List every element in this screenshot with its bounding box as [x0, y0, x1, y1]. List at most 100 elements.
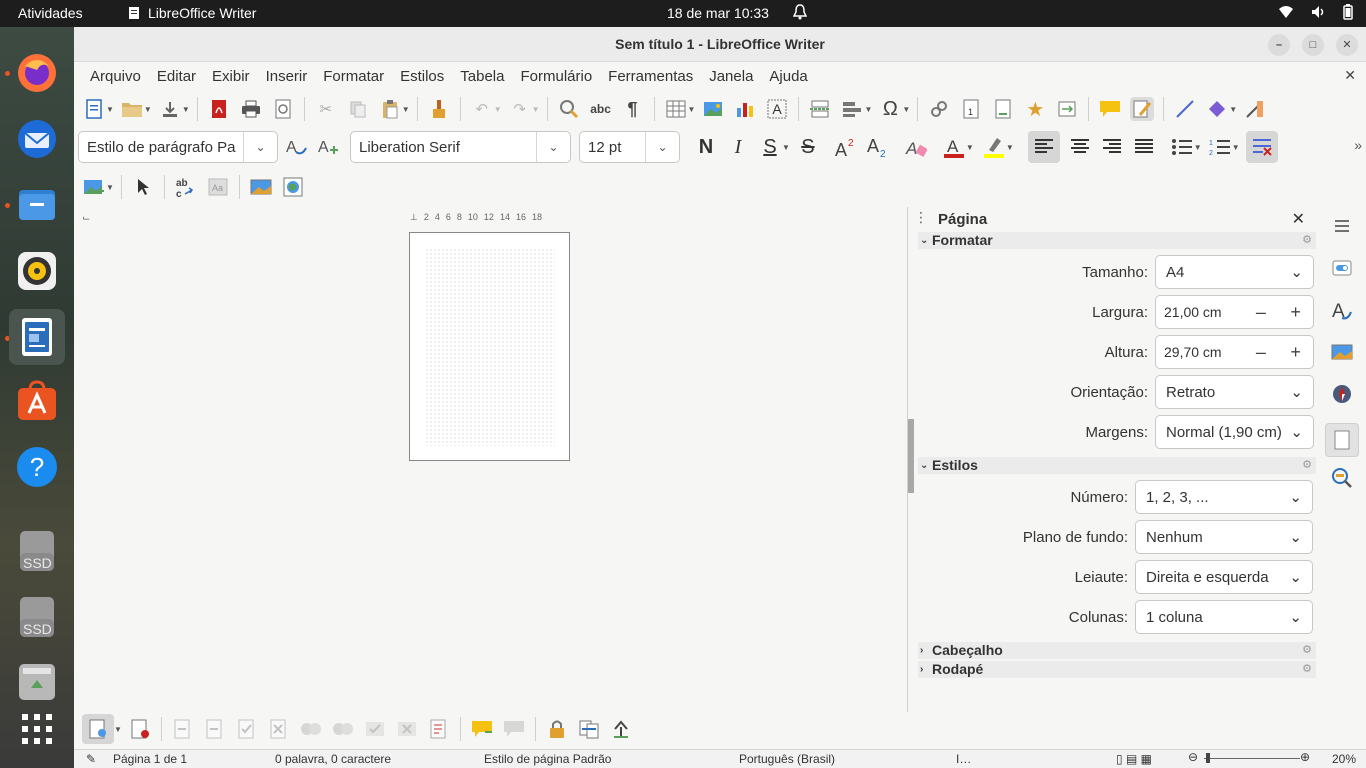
- menu-formatar[interactable]: Formatar: [315, 68, 392, 85]
- ssd-drive-icon[interactable]: SSD: [15, 595, 59, 639]
- new-document-icon[interactable]: [82, 97, 106, 121]
- show-apps-icon[interactable]: [15, 707, 59, 751]
- ordered-list-icon[interactable]: 12: [1208, 135, 1232, 159]
- background-select[interactable]: Nenhum ⌄: [1135, 520, 1313, 554]
- menu-ferramentas[interactable]: Ferramentas: [600, 68, 701, 85]
- document-page[interactable]: [409, 232, 570, 461]
- insert-hyperlink-icon[interactable]: [927, 97, 951, 121]
- accept-all-icon[interactable]: [299, 717, 323, 741]
- font-size-combo[interactable]: 12 pt ⌄: [579, 131, 680, 163]
- increment-icon[interactable]: +: [1278, 342, 1313, 363]
- number-select[interactable]: 1, 2, 3, ... ⌄: [1135, 480, 1313, 514]
- image-map-icon[interactable]: [281, 175, 305, 199]
- insert-page-break-icon[interactable]: [808, 97, 832, 121]
- merge-documents-icon[interactable]: [609, 717, 633, 741]
- close-sidebar-icon[interactable]: ✕: [1292, 209, 1305, 229]
- insert-comment-icon[interactable]: [1098, 97, 1122, 121]
- language-status[interactable]: Português (Brasil): [739, 752, 835, 766]
- strikethrough-button[interactable]: S: [796, 135, 820, 159]
- gear-icon[interactable]: ⚙: [1302, 457, 1312, 474]
- previous-change-icon[interactable]: [171, 717, 195, 741]
- zoom-level[interactable]: 20%: [1332, 752, 1356, 766]
- highlight-color-icon[interactable]: [982, 135, 1006, 159]
- height-spinbox[interactable]: 29,70 cm – +: [1155, 335, 1314, 369]
- insert-image-icon[interactable]: [82, 175, 106, 199]
- reject-all-tracked-icon[interactable]: [395, 717, 419, 741]
- increment-icon[interactable]: +: [1278, 302, 1313, 323]
- chevron-down-icon[interactable]: ⌄: [645, 132, 679, 162]
- chevron-down-icon[interactable]: ⌄: [536, 132, 570, 162]
- app-menu[interactable]: LibreOffice Writer: [128, 5, 256, 21]
- horizontal-ruler[interactable]: ⊥ 2 4 6 8 10 12 14 16 18: [410, 210, 570, 224]
- menu-editar[interactable]: Editar: [149, 68, 204, 85]
- bell-icon[interactable]: [792, 4, 808, 23]
- thunderbird-icon[interactable]: [15, 117, 59, 161]
- next-change-icon[interactable]: [203, 717, 227, 741]
- track-changes-record-icon[interactable]: [82, 714, 114, 744]
- basic-shapes-icon[interactable]: [1205, 97, 1229, 121]
- reject-all-icon[interactable]: [331, 717, 355, 741]
- zoom-slider[interactable]: ⊖ ⊕: [1188, 750, 1318, 766]
- clock[interactable]: 18 de mar 10:33: [667, 5, 769, 21]
- insert-comment-icon[interactable]: [470, 717, 494, 741]
- menu-arquivo[interactable]: Arquivo: [82, 68, 149, 85]
- properties-icon[interactable]: [1329, 255, 1355, 281]
- align-left-icon[interactable]: [1027, 131, 1060, 163]
- protect-changes-icon[interactable]: [545, 717, 569, 741]
- insert-bookmark-icon[interactable]: ★: [1023, 97, 1047, 121]
- view-layout-icons[interactable]: ▯ ▤ ▦: [1116, 752, 1152, 766]
- accept-all-tracked-icon[interactable]: [363, 717, 387, 741]
- zoom-out-icon[interactable]: ⊖: [1188, 750, 1198, 764]
- gallery-icon[interactable]: [1329, 339, 1355, 365]
- decrement-icon[interactable]: –: [1243, 302, 1278, 323]
- menu-inserir[interactable]: Inserir: [258, 68, 316, 85]
- maximize-button[interactable]: □: [1302, 34, 1324, 56]
- track-changes-icon[interactable]: [1130, 97, 1155, 121]
- insert-footnote-icon[interactable]: 1: [959, 97, 983, 121]
- bold-button[interactable]: N: [694, 135, 718, 159]
- insert-line-icon[interactable]: [1173, 97, 1197, 121]
- section-cabecalho[interactable]: › Cabeçalho ⚙: [918, 642, 1316, 659]
- hamburger-menu-icon[interactable]: [1329, 213, 1355, 239]
- insert-cross-reference-icon[interactable]: [1055, 97, 1079, 121]
- close-document-icon[interactable]: ✕: [1344, 67, 1356, 84]
- section-estilos[interactable]: ⌄ Estilos ⚙: [918, 457, 1316, 474]
- styles-icon[interactable]: A: [1329, 297, 1355, 323]
- orientation-select[interactable]: Retrato ⌄: [1155, 375, 1314, 409]
- mouse-pointer-icon[interactable]: [131, 175, 155, 199]
- zoom-thumb[interactable]: [1206, 753, 1210, 763]
- undo-icon[interactable]: ↶: [470, 97, 494, 121]
- width-spinbox[interactable]: 21,00 cm – +: [1155, 295, 1314, 329]
- menu-exibir[interactable]: Exibir: [204, 68, 258, 85]
- insert-mode-icon[interactable]: I…: [956, 752, 971, 766]
- gear-icon[interactable]: ⚙: [1302, 661, 1312, 678]
- page-style-status[interactable]: Estilo de página Padrão: [484, 752, 611, 766]
- font-color-icon[interactable]: A: [942, 135, 966, 159]
- export-pdf-icon[interactable]: [207, 97, 231, 121]
- clone-formatting-icon[interactable]: [427, 97, 451, 121]
- margins-select[interactable]: Normal (1,90 cm) ⌄: [1155, 415, 1314, 449]
- document-area[interactable]: ⌙ ⊥ 2 4 6 8 10 12 14 16 18: [74, 207, 906, 712]
- insert-endnote-icon[interactable]: [991, 97, 1015, 121]
- insert-table-icon[interactable]: [664, 97, 688, 121]
- compare-documents-icon[interactable]: [577, 717, 601, 741]
- menu-janela[interactable]: Janela: [701, 68, 761, 85]
- decrement-icon[interactable]: –: [1243, 342, 1278, 363]
- style-inspector-icon[interactable]: [1329, 465, 1355, 491]
- accept-change-icon[interactable]: [235, 717, 259, 741]
- autocorrect-icon[interactable]: ab c: [174, 175, 198, 199]
- title-bar[interactable]: Sem título 1 - LibreOffice Writer – □ ✕: [74, 27, 1366, 62]
- close-window-button[interactable]: ✕: [1336, 34, 1358, 56]
- minimize-button[interactable]: –: [1268, 34, 1290, 56]
- section-formatar[interactable]: ⌄ Formatar ⚙: [918, 232, 1316, 249]
- layout-select[interactable]: Direita e esquerda ⌄: [1135, 560, 1313, 594]
- rhythmbox-icon[interactable]: [15, 249, 59, 293]
- open-folder-icon[interactable]: [120, 97, 144, 121]
- sidebar-splitter[interactable]: [908, 419, 914, 493]
- gallery-icon[interactable]: [249, 175, 273, 199]
- comment-settings-icon[interactable]: [502, 717, 526, 741]
- firefox-icon[interactable]: [15, 51, 59, 95]
- width-value[interactable]: 21,00 cm: [1156, 304, 1243, 320]
- update-style-icon[interactable]: A: [284, 135, 308, 159]
- zoom-in-icon[interactable]: ⊕: [1300, 750, 1310, 764]
